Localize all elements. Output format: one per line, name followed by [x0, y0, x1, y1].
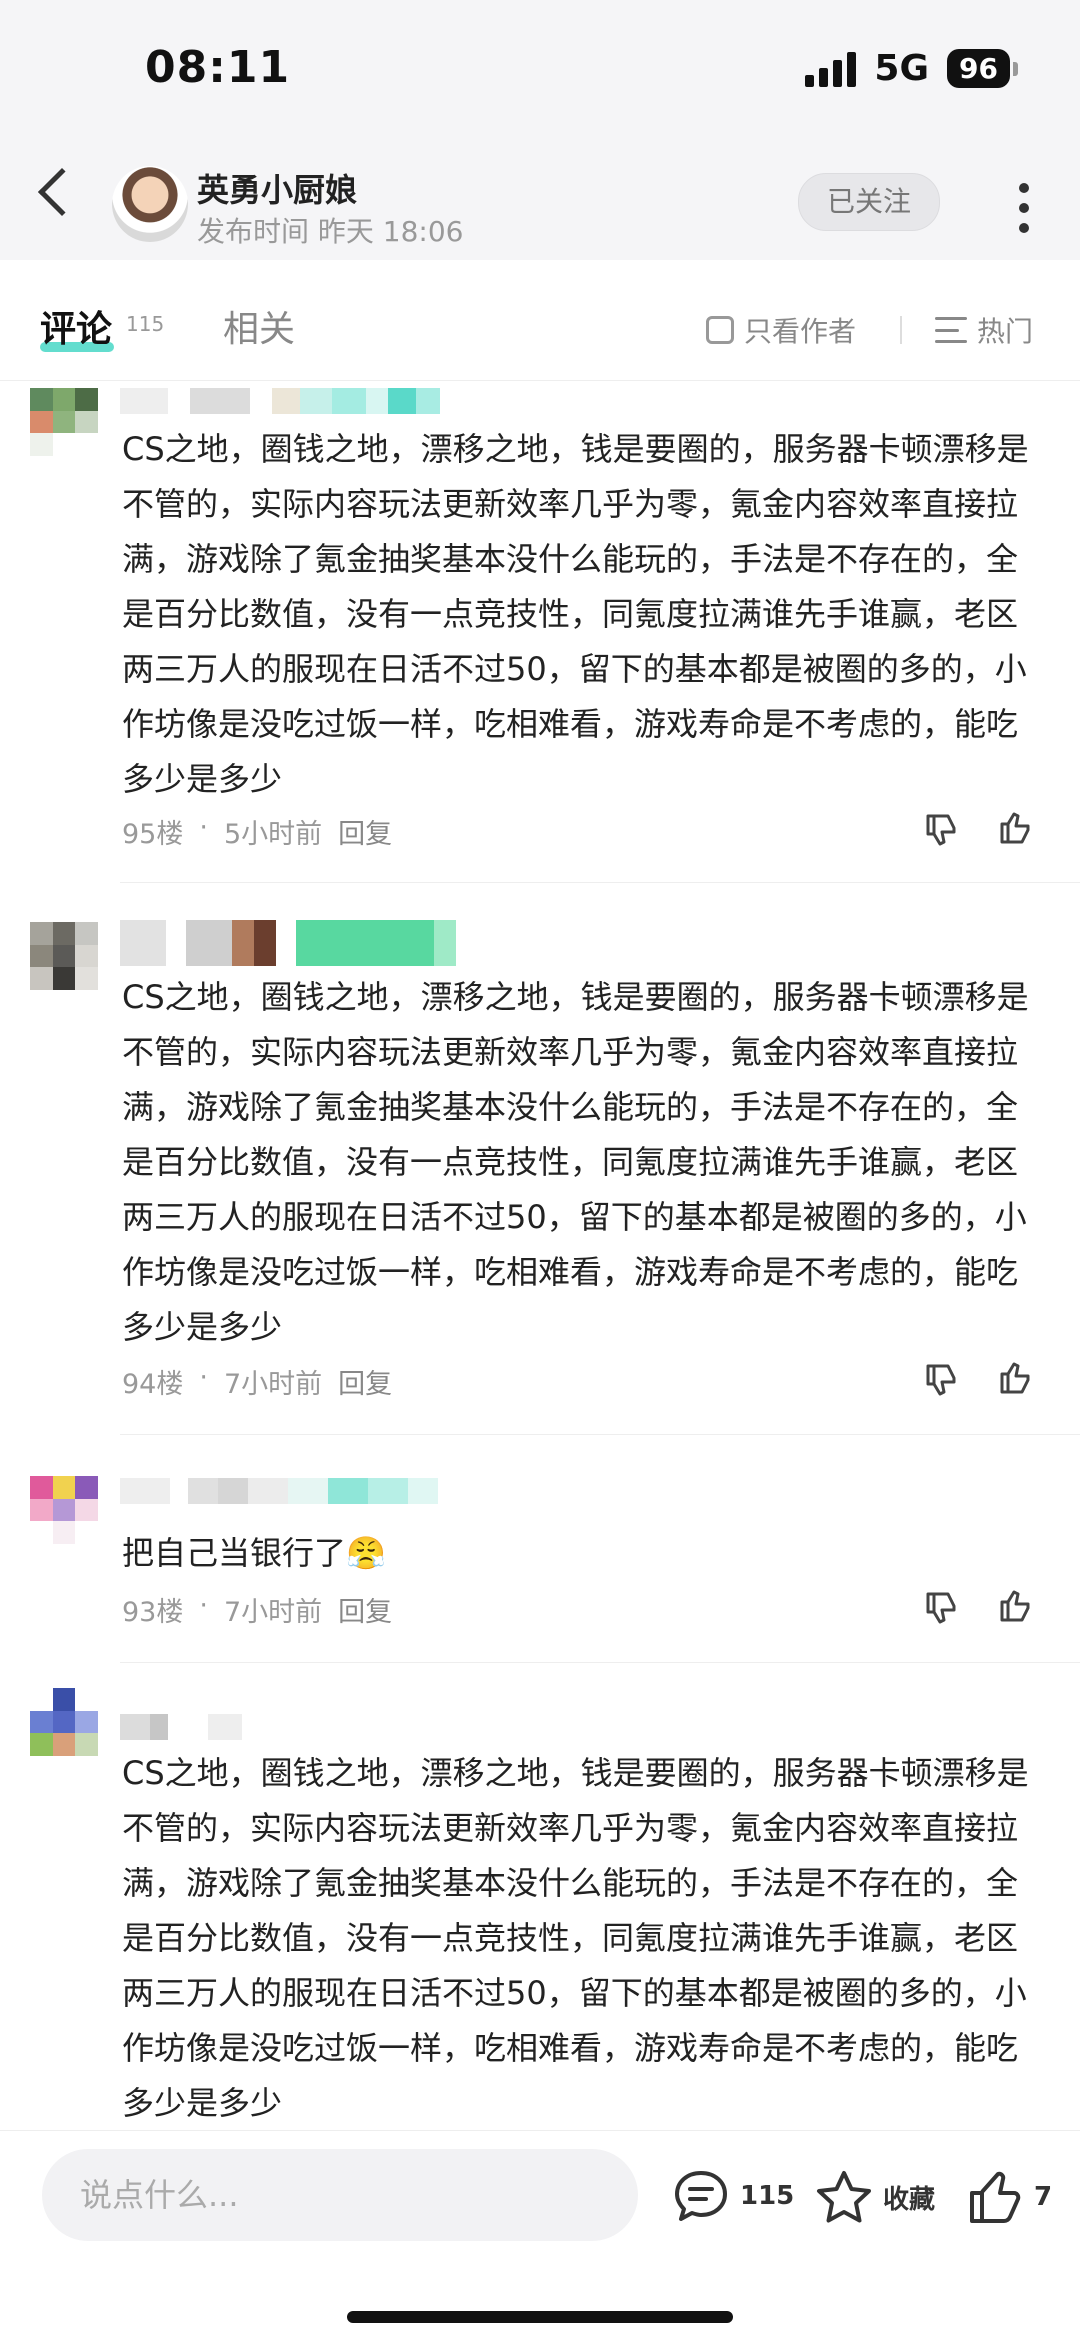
follow-button[interactable]: 已关注 — [798, 173, 940, 231]
favorite-label: 收藏 — [883, 2184, 936, 2215]
home-indicator — [347, 2311, 733, 2323]
comment-count-button[interactable]: 115 — [672, 2169, 794, 2223]
comment-time: 5小时前 — [223, 819, 323, 850]
username-blurred[interactable] — [120, 388, 440, 414]
sort-toggle[interactable]: 热门 — [935, 310, 1033, 350]
author-name[interactable]: 英勇小厨娘 — [197, 165, 357, 211]
avatar[interactable] — [30, 922, 98, 990]
username-blurred[interactable] — [120, 920, 456, 966]
like-icon[interactable] — [996, 1586, 1036, 1626]
sort-icon — [935, 317, 967, 343]
author-only-label: 只看作者 — [744, 315, 857, 348]
username-blurred[interactable] — [120, 1714, 242, 1740]
reply-button[interactable]: 回复 — [338, 1590, 392, 1629]
tab-comments[interactable]: 评论 — [40, 300, 112, 352]
like-icon[interactable] — [996, 1358, 1036, 1398]
separator — [120, 882, 1080, 883]
comment-input[interactable]: 说点什么... — [42, 2149, 638, 2241]
like-post-button[interactable]: 7 — [966, 2169, 1052, 2225]
bottom-bar: 说点什么... 115 收藏 7 — [0, 2130, 1080, 2342]
back-button[interactable] — [25, 160, 105, 240]
comment-meta: 95楼 · 5小时前 回复 — [122, 812, 393, 851]
reply-button[interactable]: 回复 — [338, 1362, 392, 1401]
like-icon[interactable] — [996, 808, 1036, 848]
comment-time: 7小时前 — [223, 1597, 323, 1628]
separator — [120, 1662, 1080, 1663]
comment-count: 115 — [740, 2181, 795, 2211]
comment-meta: 93楼 · 7小时前 回复 — [122, 1590, 393, 1629]
network-type: 5G — [874, 48, 930, 89]
comment-text: CS之地，圈钱之地，漂移之地，钱是要圈的，服务器卡顿漂移是不管的，实际内容玩法更… — [122, 430, 1029, 798]
reply-button[interactable]: 回复 — [338, 812, 392, 851]
comment-text: CS之地，圈钱之地，漂移之地，钱是要圈的，服务器卡顿漂移是不管的，实际内容玩法更… — [122, 978, 1029, 1346]
avatar[interactable] — [30, 1476, 98, 1544]
comment-meta: 94楼 · 7小时前 回复 — [122, 1362, 393, 1401]
star-icon — [817, 2171, 871, 2223]
thumbs-up-icon — [970, 2171, 1021, 2223]
favorite-button[interactable]: 收藏 — [815, 2169, 935, 2225]
top-area: 08:11 5G 96 英勇小厨娘 发布时间 昨天 18:06 已关注 — [0, 0, 1080, 260]
comment-text: CS之地，圈钱之地，漂移之地，钱是要圈的，服务器卡顿漂移是不管的，实际内容玩法更… — [122, 1754, 1029, 2122]
checkbox-icon[interactable] — [706, 316, 734, 344]
username-blurred[interactable] — [120, 1478, 438, 1504]
publish-time: 发布时间 昨天 18:06 — [197, 215, 464, 248]
sort-label: 热门 — [977, 315, 1034, 348]
comment-text: 把自己当银行了😤 — [122, 1534, 386, 1572]
avatar[interactable] — [30, 388, 98, 456]
comment-icon — [675, 2171, 727, 2221]
status-right: 5G 96 — [805, 48, 1018, 89]
signal-icon — [805, 51, 857, 87]
more-options-icon[interactable] — [1018, 183, 1030, 233]
floor-number: 93楼 — [122, 1597, 184, 1628]
dislike-icon[interactable] — [922, 1360, 962, 1400]
author-only-toggle[interactable]: 只看作者 — [706, 310, 856, 350]
separator — [120, 1434, 1080, 1435]
tab-comments-count: 115 — [126, 312, 165, 336]
comment-tabs: 评论 115 相关 只看作者 热门 — [0, 260, 1080, 381]
tab-related[interactable]: 相关 — [223, 300, 295, 352]
like-count: 7 — [1034, 2182, 1053, 2212]
comment-time: 7小时前 — [223, 1369, 323, 1400]
author-avatar[interactable] — [112, 166, 188, 242]
back-arrow-icon — [37, 167, 87, 217]
avatar[interactable] — [30, 1688, 98, 1756]
dislike-icon[interactable] — [922, 810, 962, 850]
battery-level: 96 — [947, 49, 1010, 88]
floor-number: 94楼 — [122, 1369, 184, 1400]
battery-icon: 96 — [947, 49, 1018, 88]
dislike-icon[interactable] — [922, 1588, 962, 1628]
divider — [900, 316, 902, 344]
status-time: 08:11 — [145, 42, 291, 93]
floor-number: 95楼 — [122, 819, 184, 850]
